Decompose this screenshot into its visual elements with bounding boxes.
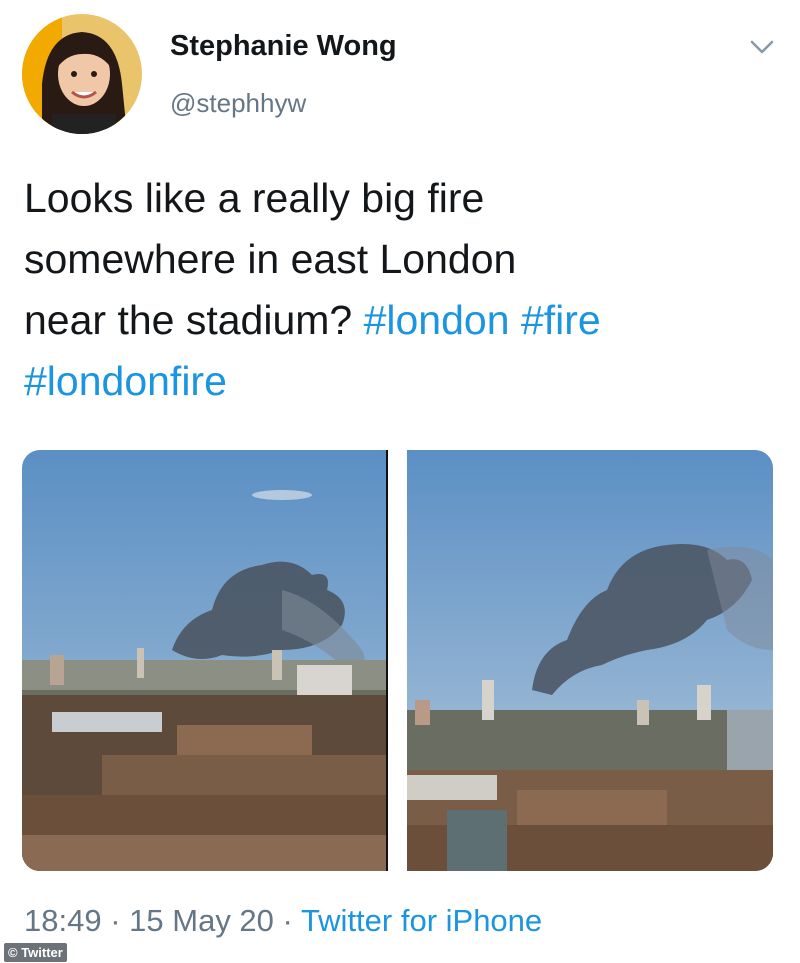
separator: ·	[110, 903, 121, 938]
tweet-photo-1[interactable]	[22, 450, 388, 871]
tweet-date[interactable]: 15 May 20	[129, 903, 274, 938]
tweet-text-segment: near the stadium?	[24, 297, 364, 343]
watermark: © Twitter	[4, 943, 67, 962]
hashtag-londonfire[interactable]: #londonfire	[24, 358, 227, 404]
display-name[interactable]: Stephanie Wong	[170, 30, 397, 63]
chevron-down-icon[interactable]	[748, 36, 776, 58]
user-handle[interactable]: @stephhyw	[170, 88, 306, 119]
tweet-metadata: 18:49 · 15 May 20 · Twitter for iPhone	[24, 903, 542, 939]
tweet-text-line: near the stadium? #london #fire	[24, 290, 784, 351]
separator: ·	[282, 903, 293, 938]
tweet-text-line: #londonfire	[24, 351, 784, 412]
tweet-text: Looks like a really big fire somewhere i…	[24, 168, 784, 412]
hashtag-london[interactable]: #london	[364, 297, 510, 343]
avatar[interactable]	[22, 14, 142, 134]
tweet-source-link[interactable]: Twitter for iPhone	[301, 903, 542, 938]
tweet-text-line: somewhere in east London	[24, 229, 784, 290]
hashtag-fire[interactable]: #fire	[521, 297, 601, 343]
tweet-photo-2[interactable]	[407, 450, 773, 871]
tweet-time[interactable]: 18:49	[24, 903, 102, 938]
tweet-text-segment: somewhere in east London	[24, 236, 517, 282]
tweet-text-line: Looks like a really big fire	[24, 175, 485, 221]
